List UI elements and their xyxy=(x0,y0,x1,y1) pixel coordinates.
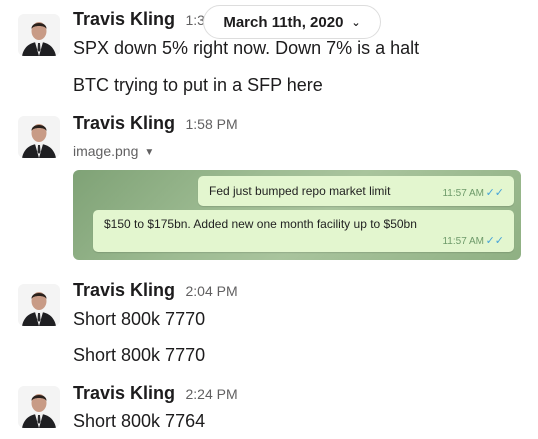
avatar[interactable] xyxy=(18,386,60,428)
message-timestamp[interactable]: 2:04 PM xyxy=(186,283,238,299)
chat-bubble: $150 to $175bn. Added new one month faci… xyxy=(93,210,514,252)
double-check-icon: ✓✓ xyxy=(485,235,504,247)
author-name[interactable]: Travis Kling xyxy=(73,280,175,300)
bubble-text: Fed just bumped repo market limit xyxy=(209,184,391,198)
author-name[interactable]: Travis Kling xyxy=(73,113,175,133)
avatar[interactable] xyxy=(18,284,60,326)
caret-down-icon: ▼ xyxy=(144,147,155,158)
bubble-timestamp: 11:57 AM xyxy=(442,236,484,247)
file-name: image.png xyxy=(73,143,139,159)
avatar[interactable] xyxy=(18,14,60,56)
bubble-text: $150 to $175bn. Added new one month faci… xyxy=(104,217,417,231)
avatar[interactable] xyxy=(18,116,60,158)
author-name[interactable]: Travis Kling xyxy=(73,9,175,29)
double-check-icon: ✓✓ xyxy=(485,187,504,199)
message-text: Short 800k 7770 xyxy=(73,345,206,365)
message-timestamp[interactable]: 1:58 PM xyxy=(186,116,238,132)
message-timestamp[interactable]: 2:24 PM xyxy=(186,386,238,402)
chevron-down-icon: ⌄ xyxy=(351,16,361,29)
message-text: Short 800k 7764 xyxy=(73,411,206,431)
bubble-timestamp: 11:57 AM xyxy=(442,188,484,199)
chat-bubble: Fed just bumped repo market limit 11:57 … xyxy=(198,176,514,206)
file-attachment-toggle[interactable]: image.png ▼ xyxy=(73,143,154,159)
date-divider-label: March 11th, 2020 xyxy=(223,13,344,31)
image-preview[interactable]: Fed just bumped repo market limit 11:57 … xyxy=(73,170,521,260)
message-text: SPX down 5% right now. Down 7% is a halt xyxy=(73,38,420,58)
message-text: BTC trying to put in a SFP here xyxy=(73,75,323,95)
message-text: Short 800k 7770 xyxy=(73,309,206,329)
date-divider-button[interactable]: March 11th, 2020 ⌄ xyxy=(203,5,381,39)
author-name[interactable]: Travis Kling xyxy=(73,383,175,403)
